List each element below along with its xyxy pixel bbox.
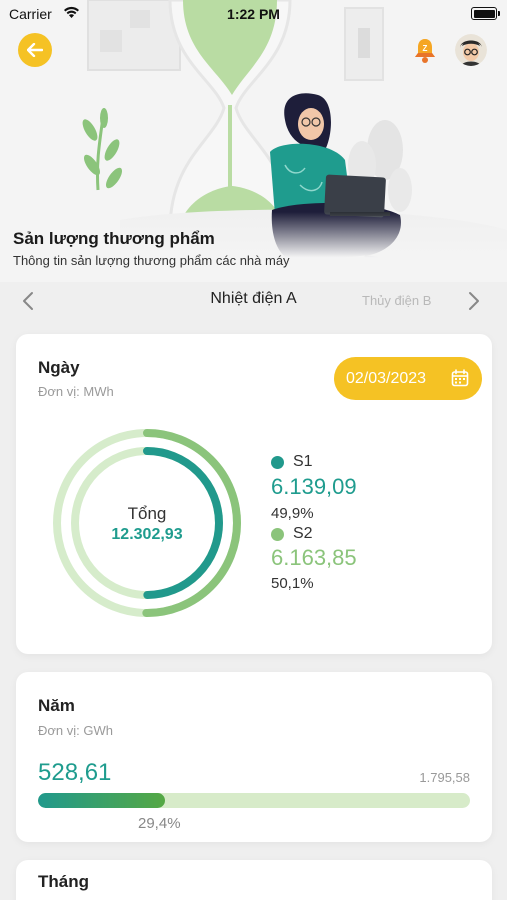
day-card-unit: Đơn vị: MWh xyxy=(38,384,114,399)
day-card-title: Ngày xyxy=(38,358,80,377)
battery-icon xyxy=(471,7,500,20)
total-label: Tổng xyxy=(127,504,167,523)
date-picker-button[interactable]: 02/03/2023 xyxy=(334,357,482,400)
year-card-unit: Đơn vị: GWh xyxy=(38,723,113,738)
page-subtitle: Thông tin sản lượng thương phẩm các nhà … xyxy=(13,253,290,268)
page-title: Sản lượng thương phẩm xyxy=(13,229,215,248)
svg-text:Z: Z xyxy=(423,44,428,53)
prev-plant-button[interactable] xyxy=(14,287,42,315)
year-card: Năm Đơn vị: GWh 528,61 1.795,58 29,4% xyxy=(16,672,492,842)
month-card-title: Tháng xyxy=(38,872,89,891)
total-value: 12.302,93 xyxy=(111,526,183,543)
status-bar: Carrier 1:22 PM xyxy=(0,0,507,28)
legend-dot-s2 xyxy=(271,527,284,541)
back-arrow-icon xyxy=(27,43,43,57)
legend-s1-name: S1 xyxy=(293,453,313,470)
next-plant-button[interactable] xyxy=(460,287,488,315)
chevron-right-icon xyxy=(469,292,479,310)
notification-button[interactable]: Z xyxy=(410,35,440,65)
legend-s1: S1 xyxy=(271,453,313,471)
legend-s2-percent: 50,1% xyxy=(271,575,314,592)
current-plant-label: Nhiệt điện A xyxy=(210,290,297,307)
year-total: 1.795,58 xyxy=(419,770,470,785)
calendar-icon xyxy=(451,369,469,387)
avatar-icon xyxy=(455,34,487,66)
legend-s2-name: S2 xyxy=(293,525,313,542)
next-plant-label[interactable]: Thủy điện B xyxy=(362,293,431,308)
day-card: Ngày Đơn vị: MWh 02/03/2023 Tổng 12.302,… xyxy=(16,334,492,654)
clock: 1:22 PM xyxy=(227,6,280,22)
year-progress-fill xyxy=(38,793,165,808)
legend-s1-percent: 49,9% xyxy=(271,505,314,522)
legend-s2-value: 6.163,85 xyxy=(271,545,357,570)
year-card-title: Năm xyxy=(38,696,75,715)
year-value: 528,61 xyxy=(38,759,112,786)
user-avatar[interactable] xyxy=(455,34,487,66)
legend-dot-s1 xyxy=(271,455,284,469)
chevron-left-icon xyxy=(23,292,33,310)
year-percent: 29,4% xyxy=(138,815,181,832)
bell-icon: Z xyxy=(415,39,435,63)
year-progress-track xyxy=(38,793,470,808)
legend-s1-value: 6.139,09 xyxy=(271,474,357,499)
back-button[interactable] xyxy=(18,33,52,67)
date-value: 02/03/2023 xyxy=(346,369,427,387)
plant-selector: Nhiệt điện A Thủy điện B xyxy=(0,283,507,319)
month-card: Tháng xyxy=(16,860,492,900)
legend-s2: S2 xyxy=(271,525,313,543)
